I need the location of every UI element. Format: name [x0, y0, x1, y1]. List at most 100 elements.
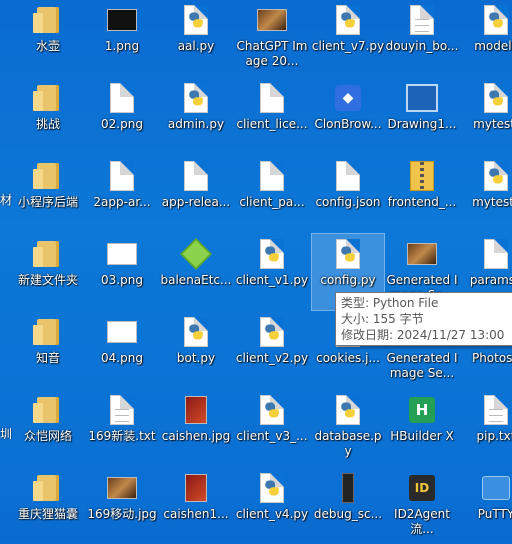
- python-file-icon-shape: [269, 253, 279, 262]
- desktop-item[interactable]: 169新装.txt: [86, 390, 158, 466]
- file-info-tooltip: 类型: Python File 大小: 155 字节 修改日期: 2024/11…: [335, 292, 512, 346]
- desktop-item[interactable]: 重庆狸猫囊: [12, 468, 84, 544]
- python-file-icon-shape: [193, 331, 203, 340]
- python-file-icon-shape: [188, 323, 205, 341]
- desktop-item-label: caishen.jpg: [161, 429, 231, 443]
- desktop-item[interactable]: client_v1.py: [236, 234, 308, 310]
- desktop-item[interactable]: ID ID2Agent流...: [386, 468, 458, 544]
- file-icon: [180, 160, 212, 192]
- python-file-icon-shape: [193, 19, 203, 28]
- image-icon-shape: [107, 243, 137, 265]
- desktop-item[interactable]: 众恺网络: [12, 390, 84, 466]
- text-file-icon-shape: [410, 5, 434, 35]
- desktop-item[interactable]: douyin_bo...: [386, 0, 458, 76]
- folder-icon: [32, 472, 64, 504]
- python-file-icon-shape: [484, 5, 508, 35]
- hbuilder-icon-shape: H: [409, 397, 435, 423]
- desktop-item-label: 众恺网络: [23, 429, 72, 443]
- desktop-item[interactable]: 水壶: [12, 0, 84, 76]
- desktop-item-label: 挑战: [35, 117, 60, 131]
- desktop-item[interactable]: database.py: [312, 390, 384, 466]
- python-file-icon-shape: [336, 239, 360, 269]
- desktop-item[interactable]: caishen1...: [160, 468, 232, 544]
- tooltip-date: 修改日期: 2024/11/27 13:00: [341, 328, 505, 342]
- image-icon: [106, 238, 138, 270]
- left-edge-label-2: 圳: [0, 427, 13, 441]
- desktop-item-label: ChatGPT Image 20...: [236, 39, 308, 68]
- desktop-item[interactable]: 2app-ar...: [86, 156, 158, 232]
- desktop-item[interactable]: mytest_: [460, 156, 512, 232]
- desktop-item-label: 04.png: [101, 351, 143, 365]
- desktop-item-label: debug_sc...: [313, 507, 383, 521]
- desktop-item-label: 水壶: [35, 39, 60, 53]
- app-icon: ◆: [332, 82, 364, 114]
- desktop-item[interactable]: bot.py: [160, 312, 232, 388]
- desktop-item-label: models: [474, 39, 512, 53]
- desktop-item[interactable]: config.json: [312, 156, 384, 232]
- desktop-item[interactable]: 169移动.jpg: [86, 468, 158, 544]
- desktop: 水壶 1.png aal.py ChatGPT Image 20... client_v…: [0, 0, 512, 536]
- desktop-item[interactable]: balenaEtc...: [160, 234, 232, 310]
- desktop-item[interactable]: 03.png: [86, 234, 158, 310]
- desktop-item[interactable]: client_v2.py: [236, 312, 308, 388]
- desktop-item[interactable]: 新建文件夹: [12, 234, 84, 310]
- desktop-item[interactable]: admin.py: [160, 78, 232, 154]
- desktop-item[interactable]: frontend_...: [386, 156, 458, 232]
- python-file-icon-shape: [184, 5, 208, 35]
- python-file-icon-shape: [336, 5, 360, 35]
- python-file-icon-shape: [493, 19, 503, 28]
- desktop-item[interactable]: pip.txt: [460, 390, 512, 466]
- desktop-item[interactable]: client_v4.py: [236, 468, 308, 544]
- desktop-item[interactable]: 知音: [12, 312, 84, 388]
- image-icon: [406, 238, 438, 270]
- python-file-icon-shape: [193, 97, 203, 106]
- desktop-item-label: client_v7.py: [311, 39, 385, 53]
- desktop-item-label: Drawing1...: [387, 117, 457, 131]
- desktop-item[interactable]: client_v7.py: [312, 0, 384, 76]
- tooltip-size: 大小: 155 字节: [341, 312, 424, 326]
- desktop-item[interactable]: H HBuilder X: [386, 390, 458, 466]
- desktop-item-label: config.py: [320, 273, 376, 287]
- desktop-item[interactable]: aal.py: [160, 0, 232, 76]
- desktop-item[interactable]: ChatGPT Image 20...: [236, 0, 308, 76]
- python-file-icon-shape: [488, 89, 505, 107]
- desktop-item[interactable]: 小程序后端: [12, 156, 84, 232]
- desktop-item-label: 169新装.txt: [88, 429, 156, 443]
- desktop-item-label: 169移动.jpg: [87, 507, 157, 521]
- python-file-icon-shape: [488, 11, 505, 29]
- desktop-item-label: 02.png: [101, 117, 143, 131]
- folder-icon: [32, 238, 64, 270]
- desktop-item-label: douyin_bo...: [385, 39, 459, 53]
- desktop-item[interactable]: 1.png: [86, 0, 158, 76]
- desktop-item[interactable]: mytest.: [460, 78, 512, 154]
- desktop-item[interactable]: 02.png: [86, 78, 158, 154]
- desktop-item[interactable]: client_lice...: [236, 78, 308, 154]
- desktop-item[interactable]: client_pa...: [236, 156, 308, 232]
- desktop-item[interactable]: PuTTY: [460, 468, 512, 544]
- desktop-item[interactable]: 挑战: [12, 78, 84, 154]
- image-icon-shape: [185, 396, 207, 424]
- desktop-item-label: aal.py: [177, 39, 215, 53]
- desktop-item[interactable]: 04.png: [86, 312, 158, 388]
- desktop-item[interactable]: models: [460, 0, 512, 76]
- desktop-item[interactable]: ◆ ClonBrow...: [312, 78, 384, 154]
- desktop-item[interactable]: Drawing1...: [386, 78, 458, 154]
- text-file-icon: [406, 4, 438, 36]
- python-file-icon: [332, 394, 364, 426]
- python-file-icon: [480, 160, 512, 192]
- desktop-item[interactable]: caishen.jpg: [160, 390, 232, 466]
- desktop-item[interactable]: app-relea...: [160, 156, 232, 232]
- desktop-item-label: cookies.j...: [316, 351, 380, 365]
- desktop-item-label: mytest_: [472, 195, 512, 209]
- desktop-item[interactable]: debug_sc...: [312, 468, 384, 544]
- desktop-item-label: pip.txt: [476, 429, 512, 443]
- desktop-item[interactable]: client_v3_...: [236, 390, 308, 466]
- desktop-item-label: client_v4.py: [235, 507, 309, 521]
- file-icon: [106, 160, 138, 192]
- desktop-item-label: admin.py: [167, 117, 225, 131]
- file-icon-shape: [484, 239, 508, 269]
- balena-app-icon: [180, 238, 212, 270]
- desktop-item-label: params.j: [469, 273, 512, 287]
- tooltip-type: 类型: Python File: [341, 296, 439, 310]
- desktop-item-label: Generated Image Se...: [386, 351, 458, 380]
